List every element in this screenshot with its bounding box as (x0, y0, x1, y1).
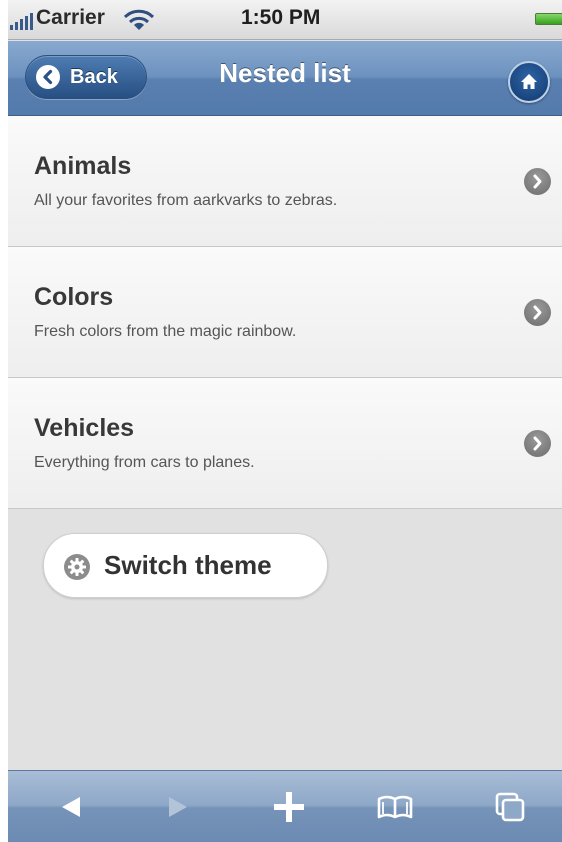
browser-frame: Carrier 1:50 PM Back Nested list Animals… (8, 0, 562, 842)
nested-list: Animals All your favorites from aarkvark… (8, 116, 562, 509)
browser-forward-button[interactable] (155, 785, 199, 829)
list-item-colors[interactable]: Colors Fresh colors from the magic rainb… (8, 247, 562, 378)
list-item-vehicles[interactable]: Vehicles Everything from cars to planes. (8, 378, 562, 509)
home-button[interactable] (508, 61, 550, 103)
gear-icon (64, 554, 90, 580)
signal-bars-icon (10, 12, 34, 30)
forward-arrow-icon (169, 797, 187, 817)
clock: 1:50 PM (241, 6, 321, 29)
page-title: Nested list (219, 58, 351, 88)
add-button[interactable] (267, 785, 311, 829)
add-icon (274, 792, 304, 822)
pages-icon (495, 792, 525, 822)
home-icon (521, 74, 537, 89)
chevron-right-icon (524, 430, 551, 457)
list-item-title: Animals (34, 152, 132, 180)
chevron-right-icon (524, 299, 551, 326)
list-item-description: Everything from cars to planes. (34, 454, 255, 471)
browser-back-button[interactable] (50, 785, 94, 829)
switch-theme-button[interactable]: Switch theme (43, 533, 328, 598)
wifi-icon (123, 9, 155, 30)
bookmarks-icon (377, 795, 413, 819)
chevron-right-icon (524, 168, 551, 195)
status-bar: Carrier 1:50 PM (8, 0, 562, 40)
list-item-animals[interactable]: Animals All your favorites from aarkvark… (8, 116, 562, 247)
bookmarks-button[interactable] (373, 785, 417, 829)
list-item-description: Fresh colors from the magic rainbow. (34, 323, 297, 340)
battery-icon (535, 13, 562, 25)
back-arrow-icon (62, 797, 80, 817)
list-item-title: Colors (34, 283, 114, 311)
list-item-title: Vehicles (34, 414, 135, 442)
carrier-label: Carrier (36, 6, 105, 29)
pages-button[interactable] (488, 785, 532, 829)
list-item-description: All your favorites from aarkvarks to zeb… (34, 192, 338, 209)
switch-theme-label: Switch theme (104, 550, 272, 580)
browser-toolbar (8, 770, 562, 842)
title-bar: Back Nested list (8, 41, 562, 116)
